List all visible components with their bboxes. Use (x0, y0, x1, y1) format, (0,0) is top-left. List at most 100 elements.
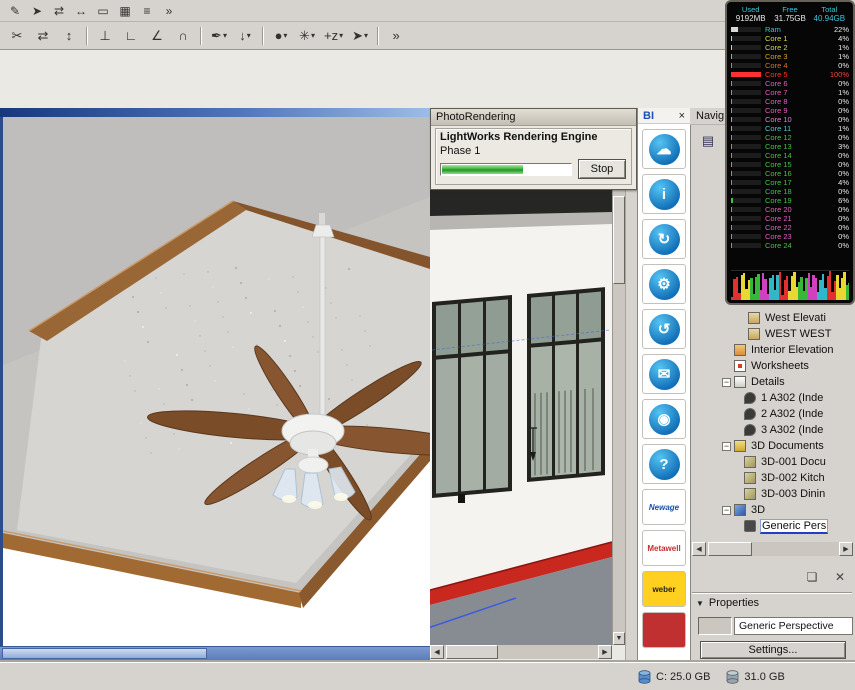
tool-more-tools-button[interactable]: » (384, 25, 408, 47)
core-value: 0% (838, 79, 849, 88)
clone-folder-button[interactable]: ❏ (800, 566, 824, 588)
tool-angle-button[interactable]: ∠ (145, 25, 169, 47)
sync-button[interactable]: ↻ (642, 219, 686, 259)
tree-item-3-a302-inde[interactable]: 3 A302 (Inde (692, 422, 853, 438)
newage-button[interactable]: Newage (642, 489, 686, 525)
red-logo-button[interactable] (642, 612, 686, 648)
core-usage-fill (731, 36, 733, 41)
tool-hotspot-button[interactable]: ● ▾ (269, 25, 293, 47)
tree-item-1-a302-inde[interactable]: 1 A302 (Inde (692, 390, 853, 406)
weber-button[interactable]: weber (642, 571, 686, 607)
metawell-button[interactable]: Metawell (642, 530, 686, 566)
dropdown-caret-icon[interactable]: ▾ (339, 31, 343, 40)
tree-item-3d[interactable]: − 3D (692, 502, 853, 518)
dialog-titlebar[interactable]: PhotoRendering (431, 109, 636, 126)
close-icon[interactable]: × (679, 110, 685, 122)
scroll-right-button[interactable]: ▶ (598, 645, 612, 659)
tree-item-3d-002-kitch[interactable]: 3D-002 Kitch (692, 470, 853, 486)
help-button[interactable]: ? (642, 444, 686, 484)
tree-item-generic-pers[interactable]: Generic Pers (692, 518, 853, 534)
tree-item-2-a302-inde[interactable]: 2 A302 (Inde (692, 406, 853, 422)
tool-stretch-button[interactable]: ↔ (71, 2, 91, 20)
tool-split-button[interactable]: ↕ (57, 25, 81, 47)
refresh-button[interactable]: ↺ (642, 309, 686, 349)
tool-trim-button[interactable]: ⇄ (31, 25, 55, 47)
tool-swap-button[interactable]: ⇄ (49, 2, 69, 20)
tool-inject-params-button[interactable]: ↓ ▾ (233, 25, 257, 47)
tree-item-west-west[interactable]: WEST WEST (692, 326, 853, 342)
publisher-sets-button[interactable]: ▤ (695, 128, 721, 154)
preview-3d-view[interactable] (430, 190, 612, 645)
delete-button[interactable]: ✕ (828, 566, 852, 588)
info-button[interactable]: i (642, 174, 686, 214)
tree-item-3d-documents[interactable]: − 3D Documents (692, 438, 853, 454)
tree-item-3d-001-docu[interactable]: 3D-001 Docu (692, 454, 853, 470)
core-label: Core 23 (765, 232, 792, 241)
tool-elevation-z-button[interactable]: +z ▾ (321, 25, 346, 47)
tool-box-button[interactable]: ▭ (93, 2, 113, 20)
dropdown-caret-icon[interactable]: ▾ (283, 31, 287, 40)
core-value: 0% (838, 187, 849, 196)
phase-label: Phase 1 (440, 145, 481, 157)
scrollbar-thumb[interactable] (2, 648, 207, 659)
dropdown-caret-icon[interactable]: ▾ (311, 31, 315, 40)
stop-button[interactable]: Stop (578, 159, 626, 179)
tool-adjust-button[interactable]: ⊥ (93, 25, 117, 47)
settings-button[interactable]: Settings... (700, 641, 846, 659)
core-usage-fill (731, 108, 732, 113)
tree-item-3d-003-dinin[interactable]: 3D-003 Dinin (692, 486, 853, 502)
core-value: 0% (838, 232, 849, 241)
cloud-button[interactable]: ☁ (642, 129, 686, 169)
core-value: 100% (829, 70, 849, 79)
mail-button[interactable]: ✉ (642, 354, 686, 394)
dropdown-caret-icon[interactable]: ▾ (364, 31, 368, 40)
core-usage-fill (731, 135, 732, 140)
properties-header[interactable]: ▼ Properties (696, 597, 852, 609)
render-3d-view[interactable] (0, 117, 430, 646)
scroll-right-button[interactable]: ▶ (839, 542, 853, 556)
panel-divider (625, 108, 637, 660)
toolbar-separator (86, 26, 88, 45)
preview-vertical-scrollbar[interactable]: ▼ (612, 190, 625, 645)
scrollbar-thumb[interactable] (446, 645, 498, 659)
view-name-field[interactable]: Generic Perspective (734, 617, 853, 635)
dropdown-caret-icon[interactable]: ▾ (247, 31, 251, 40)
tool-magic-button[interactable]: ✳ ▾ (295, 25, 319, 47)
tool-knife-button[interactable]: ✂ (5, 25, 29, 47)
main-horizontal-scrollbar[interactable] (0, 646, 430, 660)
swap-icon: ⇄ (53, 3, 65, 18)
scrollbar-thumb[interactable] (613, 196, 625, 284)
tool-corner-button[interactable]: ∟ (119, 25, 143, 47)
camera-button[interactable]: ◉ (642, 399, 686, 439)
tree-item-details[interactable]: − Details (692, 374, 853, 390)
tool-hatch-button[interactable]: ▦ (115, 2, 135, 20)
expander-minus-icon[interactable]: − (722, 377, 731, 387)
main-window-titlebar[interactable] (0, 108, 430, 117)
scrollbar-thumb[interactable] (708, 542, 752, 556)
scroll-down-button[interactable]: ▼ (613, 632, 625, 645)
tree-item-worksheets[interactable]: Worksheets (692, 358, 853, 374)
tool-arrow-tool-button[interactable]: ➤ ▾ (348, 25, 372, 47)
expander-minus-icon[interactable]: − (722, 441, 731, 451)
settings-gear-button[interactable]: ⚙ (642, 264, 686, 304)
expander-minus-icon[interactable]: − (722, 505, 731, 515)
tree-item-label: 2 A302 (Inde (761, 408, 824, 420)
render-progress-fill (442, 165, 523, 174)
preview-horizontal-scrollbar[interactable]: ◀ ▶ (430, 645, 612, 659)
tree-item-west-elevati[interactable]: West Elevati (692, 310, 853, 326)
tool-pickup-params-button[interactable]: ✒ ▾ (207, 25, 231, 47)
tool-fillet-button[interactable]: ∩ (171, 25, 195, 47)
tool-more-button[interactable]: » (159, 2, 179, 20)
pencil-icon: ✎ (9, 3, 21, 18)
tool-layers-button[interactable]: ≡ (137, 2, 157, 20)
tree-item-interior-elevation[interactable]: Interior Elevation (692, 342, 853, 358)
tool-pencil-button[interactable]: ✎ (5, 2, 25, 20)
intelev-icon (734, 344, 746, 356)
dropdown-caret-icon[interactable]: ▾ (223, 31, 227, 40)
tool-select-button[interactable]: ➤ (27, 2, 47, 20)
navigator-horizontal-scrollbar[interactable]: ◀ ▶ (692, 542, 853, 556)
core-usage-bar (731, 63, 761, 68)
scroll-left-button[interactable]: ◀ (430, 645, 444, 659)
scroll-left-button[interactable]: ◀ (692, 542, 706, 556)
cpu-history-graph (731, 270, 849, 300)
